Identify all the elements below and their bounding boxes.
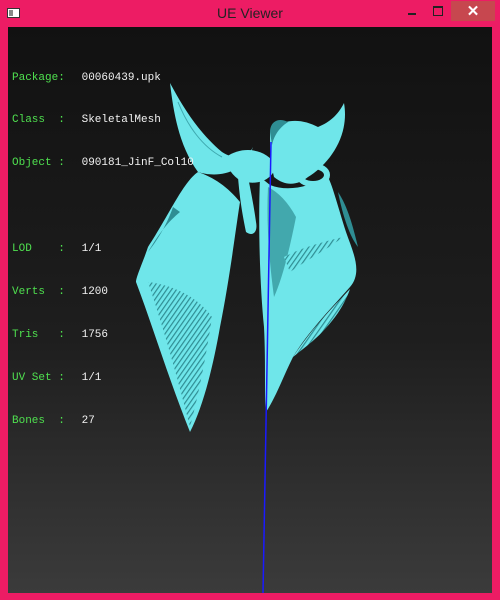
- minimize-icon: [408, 13, 416, 15]
- info-row-class: Class : SkeletalMesh: [12, 114, 161, 127]
- info-row-tris: Tris : 1756: [12, 328, 109, 341]
- maximize-button[interactable]: [425, 1, 451, 21]
- info-row-lod: LOD : 1/1: [12, 243, 102, 256]
- info-row-bones: Bones : 27: [12, 414, 95, 427]
- minimize-button[interactable]: [399, 1, 425, 21]
- info-row-uvset: UV Set : 1/1: [12, 371, 102, 384]
- close-icon: ✕: [466, 3, 480, 20]
- mesh-right-wing: [270, 103, 346, 184]
- window-frame: UE Viewer ✕ Package: 00060439.upk Class …: [0, 0, 500, 600]
- close-button[interactable]: ✕: [451, 1, 495, 21]
- maximize-icon: [433, 6, 443, 16]
- info-row-verts: Verts : 1200: [12, 286, 109, 299]
- 3d-viewport[interactable]: Package: 00060439.upk Class : SkeletalMe…: [8, 27, 492, 593]
- mesh-knot: [226, 150, 276, 183]
- info-row-package: Package: 00060439.upk: [12, 71, 161, 84]
- info-row-object: Object : 090181_JinF_Col10: [12, 157, 194, 170]
- mesh-info-panel: Package: 00060439.upk Class : SkeletalMe…: [12, 42, 194, 457]
- title-bar[interactable]: UE Viewer ✕: [0, 0, 500, 27]
